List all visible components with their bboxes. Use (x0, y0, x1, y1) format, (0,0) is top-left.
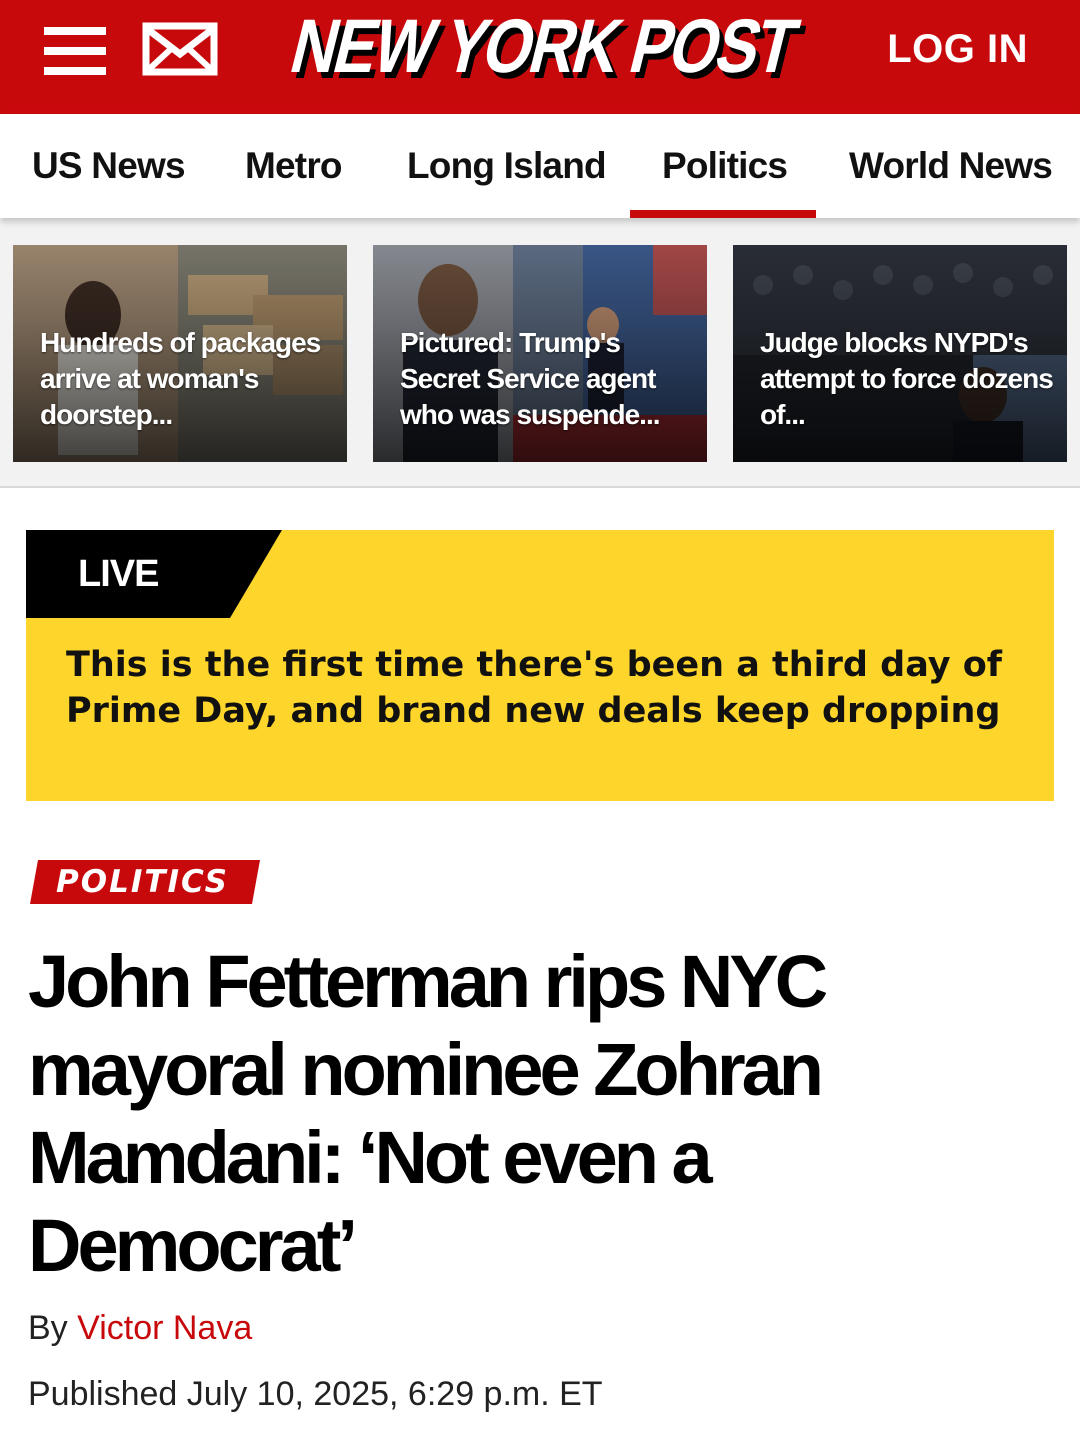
menu-line (44, 27, 106, 35)
menu-line (44, 67, 106, 75)
section-kicker-label[interactable]: POLITICS (56, 861, 229, 903)
active-tab-indicator (630, 210, 816, 218)
byline: By Victor Nava (28, 1306, 252, 1350)
story-caption: Judge blocks NYPD's attempt to force doz… (760, 327, 1054, 430)
byline-prefix: By (28, 1309, 78, 1347)
article-headline: John Fetterman rips NYC mayoral nominee … (28, 940, 828, 1287)
section-nav: US News Metro Long Island Politics World… (0, 114, 1080, 218)
svg-text:NEW YORK POST: NEW YORK POST (283, 4, 806, 89)
author-link[interactable]: Victor Nava (77, 1309, 252, 1347)
story-card-nypd[interactable]: Judge blocks NYPD's attempt to force doz… (733, 245, 1067, 462)
live-headline: This is the first time there's been a th… (66, 645, 1003, 731)
nav-item-us-news[interactable]: US News (32, 144, 186, 188)
nav-item-metro[interactable]: Metro (245, 144, 343, 188)
live-tag: LIVE (78, 553, 159, 595)
story-caption: Pictured: Trump's Secret Service agent w… (400, 327, 661, 430)
live-banner[interactable]: LIVE This is the first time there's been… (26, 530, 1054, 801)
story-card-secret-service[interactable]: Pictured: Trump's Secret Service agent w… (373, 245, 707, 462)
nav-item-politics[interactable]: Politics (662, 144, 788, 188)
published-date: Published July 10, 2025, 6:29 p.m. ET (28, 1375, 603, 1413)
nypost-logo[interactable]: NEW YORK POST NEW YORK POST (276, 4, 811, 95)
menu-icon[interactable] (44, 22, 106, 76)
story-card-packages[interactable]: Hundreds of packages arrive at woman's d… (13, 245, 347, 462)
nav-item-long-island[interactable]: Long Island (407, 144, 607, 188)
nav-item-world-news[interactable]: World News (849, 144, 1053, 188)
menu-line (44, 47, 106, 55)
top-header: NEW YORK POST NEW YORK POST LOG IN (0, 0, 1080, 114)
mail-icon[interactable] (142, 22, 218, 76)
login-button[interactable]: LOG IN (887, 24, 1028, 74)
story-caption: Hundreds of packages arrive at woman's d… (40, 327, 321, 430)
